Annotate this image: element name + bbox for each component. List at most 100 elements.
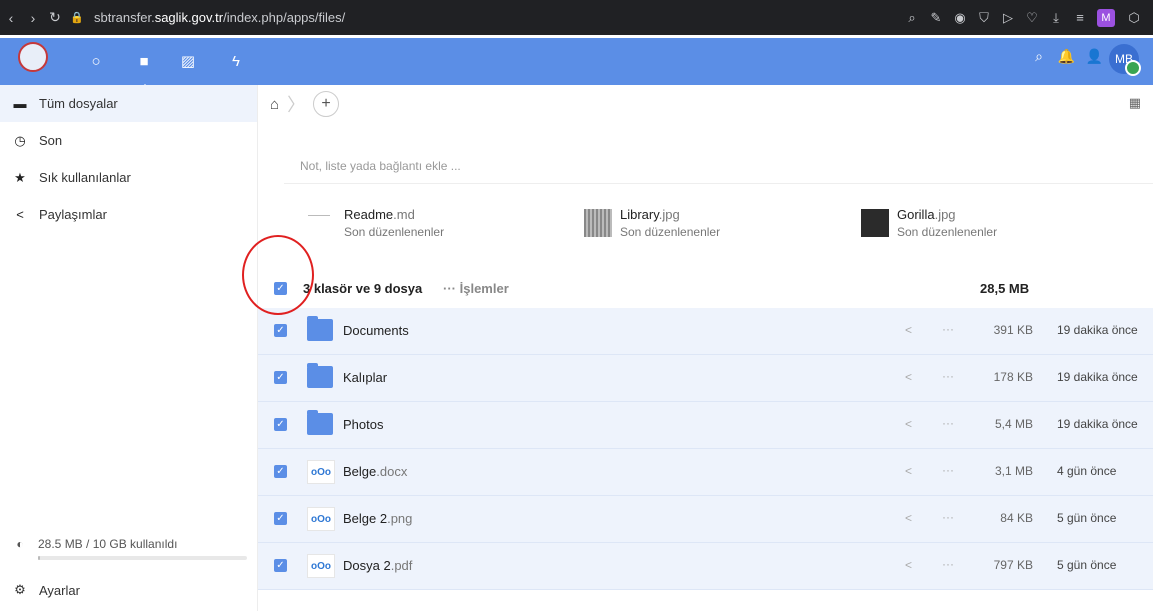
actions-menu-button[interactable]: ··· İşlemler [443,281,509,296]
share-icon[interactable]: < [905,511,912,525]
more-actions-icon[interactable]: ··· [942,416,954,430]
edit-icon[interactable]: ✎ [925,10,947,26]
file-modified: 5 gün önce [1057,511,1117,525]
clock-icon: ◷ [14,132,26,148]
sidebar: ▬ Tüm dosyalar ◷ Son ★ Sık kullanılanlar… [0,85,258,611]
share-icon[interactable]: < [905,370,912,384]
files-app-icon[interactable]: ■ [134,52,154,91]
notifications-icon[interactable]: 🔔 [1058,48,1075,76]
star-icon: ★ [14,169,26,185]
sidebar-item-favorites[interactable]: ★ Sık kullanılanlar [0,159,257,196]
file-name[interactable]: Belge.docx [343,464,407,479]
share-icon[interactable]: < [905,558,912,572]
table-row[interactable]: ✓ oOo Belge.docx < ··· 3,1 MB 4 gün önce [258,449,1153,496]
quota-indicator[interactable]: ◐ 28.5 MB / 10 GB kullanıldı [12,537,247,560]
file-basename: Photos [343,417,384,432]
file-name[interactable]: Dosya 2.pdf [343,558,412,573]
avatar[interactable]: MB [1109,44,1141,76]
rich-workspace-input[interactable]: Not, liste yada bağlantı ekle ... [300,159,461,173]
photos-app-icon[interactable]: ▨ [178,52,198,72]
more-actions-icon[interactable]: ··· [942,322,954,336]
download-icon[interactable]: ⤓ [1045,10,1067,26]
contacts-icon[interactable]: 👤 [1086,48,1103,76]
more-actions-icon[interactable]: ··· [942,510,954,524]
row-checkbox[interactable]: ✓ [274,559,287,572]
add-new-button[interactable]: + [313,91,340,117]
actions-label: İşlemler [459,280,509,296]
profile-badge[interactable]: M [1097,8,1115,27]
row-checkbox[interactable]: ✓ [274,465,287,478]
settings-button[interactable]: ⚙ Ayarlar [12,582,80,598]
table-row[interactable]: ✓ oOo Dosya 2.pdf < ··· 797 KB 5 gün önc… [258,543,1153,590]
file-modified: 19 dakika önce [1057,323,1138,337]
dashboard-icon[interactable]: ○ [86,52,106,72]
row-checkbox[interactable]: ✓ [274,418,287,431]
file-name[interactable]: Kalıplar [343,370,387,385]
camera-icon[interactable]: ◉ [949,10,971,26]
sidebar-item-recent[interactable]: ◷ Son [0,122,257,159]
recent-name: Gorilla [897,207,935,222]
recent-ext: .jpg [658,207,680,222]
file-name[interactable]: Documents [343,323,409,338]
activity-app-icon[interactable]: ϟ [226,52,246,72]
folder-icon [307,316,333,341]
quota-text: 28.5 MB / 10 GB kullanıldı [38,537,178,551]
lock-icon: 🔒 [70,12,84,24]
table-row[interactable]: ✓ Photos < ··· 5,4 MB 19 dakika önce [258,402,1153,449]
file-basename: Belge [343,464,377,479]
more-actions-icon[interactable]: ··· [942,463,954,477]
file-name[interactable]: Belge 2.png [343,511,412,526]
recent-item[interactable]: Library.jpg Son düzenlenenler [584,207,720,239]
online-status-icon [1125,60,1141,76]
divider [284,183,1153,184]
extension-icon[interactable]: ⬡ [1123,10,1145,26]
back-icon[interactable]: ‹ [0,10,22,26]
table-row[interactable]: ✓ oOo Belge 2.png < ··· 84 KB 5 gün önce [258,496,1153,543]
file-basename: Documents [343,323,409,338]
pie-chart-icon: ◐ [16,537,24,551]
folder-icon [307,410,333,435]
breadcrumb: ⌂ 〉 + [270,91,340,117]
more-actions-icon[interactable]: ··· [942,557,954,571]
search-icon[interactable]: ⌕ [1035,48,1043,76]
forward-icon[interactable]: › [22,10,44,26]
send-icon[interactable]: ▷ [997,10,1019,26]
sidebar-item-all-files[interactable]: ▬ Tüm dosyalar [0,85,257,122]
shield-icon[interactable]: ⛉ [973,10,995,26]
recent-item[interactable]: Readme.md Son düzenlenenler [308,207,444,239]
recent-ext: .md [393,207,415,222]
file-basename: Belge 2 [343,511,388,526]
breadcrumb-separator-icon: 〉 [287,95,306,115]
row-checkbox[interactable]: ✓ [274,371,287,384]
share-icon[interactable]: < [905,464,912,478]
more-actions-icon[interactable]: ··· [942,369,954,383]
table-row[interactable]: ✓ Documents < ··· 391 KB 19 dakika önce [258,308,1153,355]
sidebar-item-shares[interactable]: < Paylaşımlar [0,196,257,233]
search-icon[interactable]: ⌕ [901,10,923,26]
row-checkbox[interactable]: ✓ [274,324,287,337]
share-icon[interactable]: < [905,417,912,431]
file-modified: 4 gün önce [1057,464,1117,478]
ministry-logo-icon[interactable] [18,42,48,72]
file-name[interactable]: Photos [343,417,383,432]
red-highlight-circle [242,235,314,315]
home-icon[interactable]: ⌂ [270,96,279,113]
file-thumbnail-icon: oOo [307,460,335,484]
reload-icon[interactable]: ↻ [44,9,66,26]
share-icon[interactable]: < [905,323,912,337]
file-extension: .pdf [390,558,413,573]
row-checkbox[interactable]: ✓ [274,512,287,525]
address-bar[interactable]: sbtransfer. saglik.gov.tr/index.php/apps/… [94,10,345,25]
text-file-icon [308,215,330,217]
url-path: /index.php/apps/files/ [223,10,346,25]
recent-item[interactable]: Gorilla.jpg Son düzenlenenler [861,207,997,239]
sidebar-item-label: Paylaşımlar [39,207,107,222]
file-thumbnail-icon: oOo [307,507,335,531]
table-row[interactable]: ✓ Kalıplar < ··· 178 KB 19 dakika önce [258,355,1153,402]
library-thumbnail [584,209,612,237]
file-size: 5,4 MB [994,417,1033,431]
sidebar-item-label: Son [39,133,63,148]
heart-icon[interactable]: ♡ [1021,10,1043,26]
menu-icon[interactable]: ≡ [1069,10,1091,25]
grid-view-icon[interactable]: ▦ [1129,95,1141,111]
